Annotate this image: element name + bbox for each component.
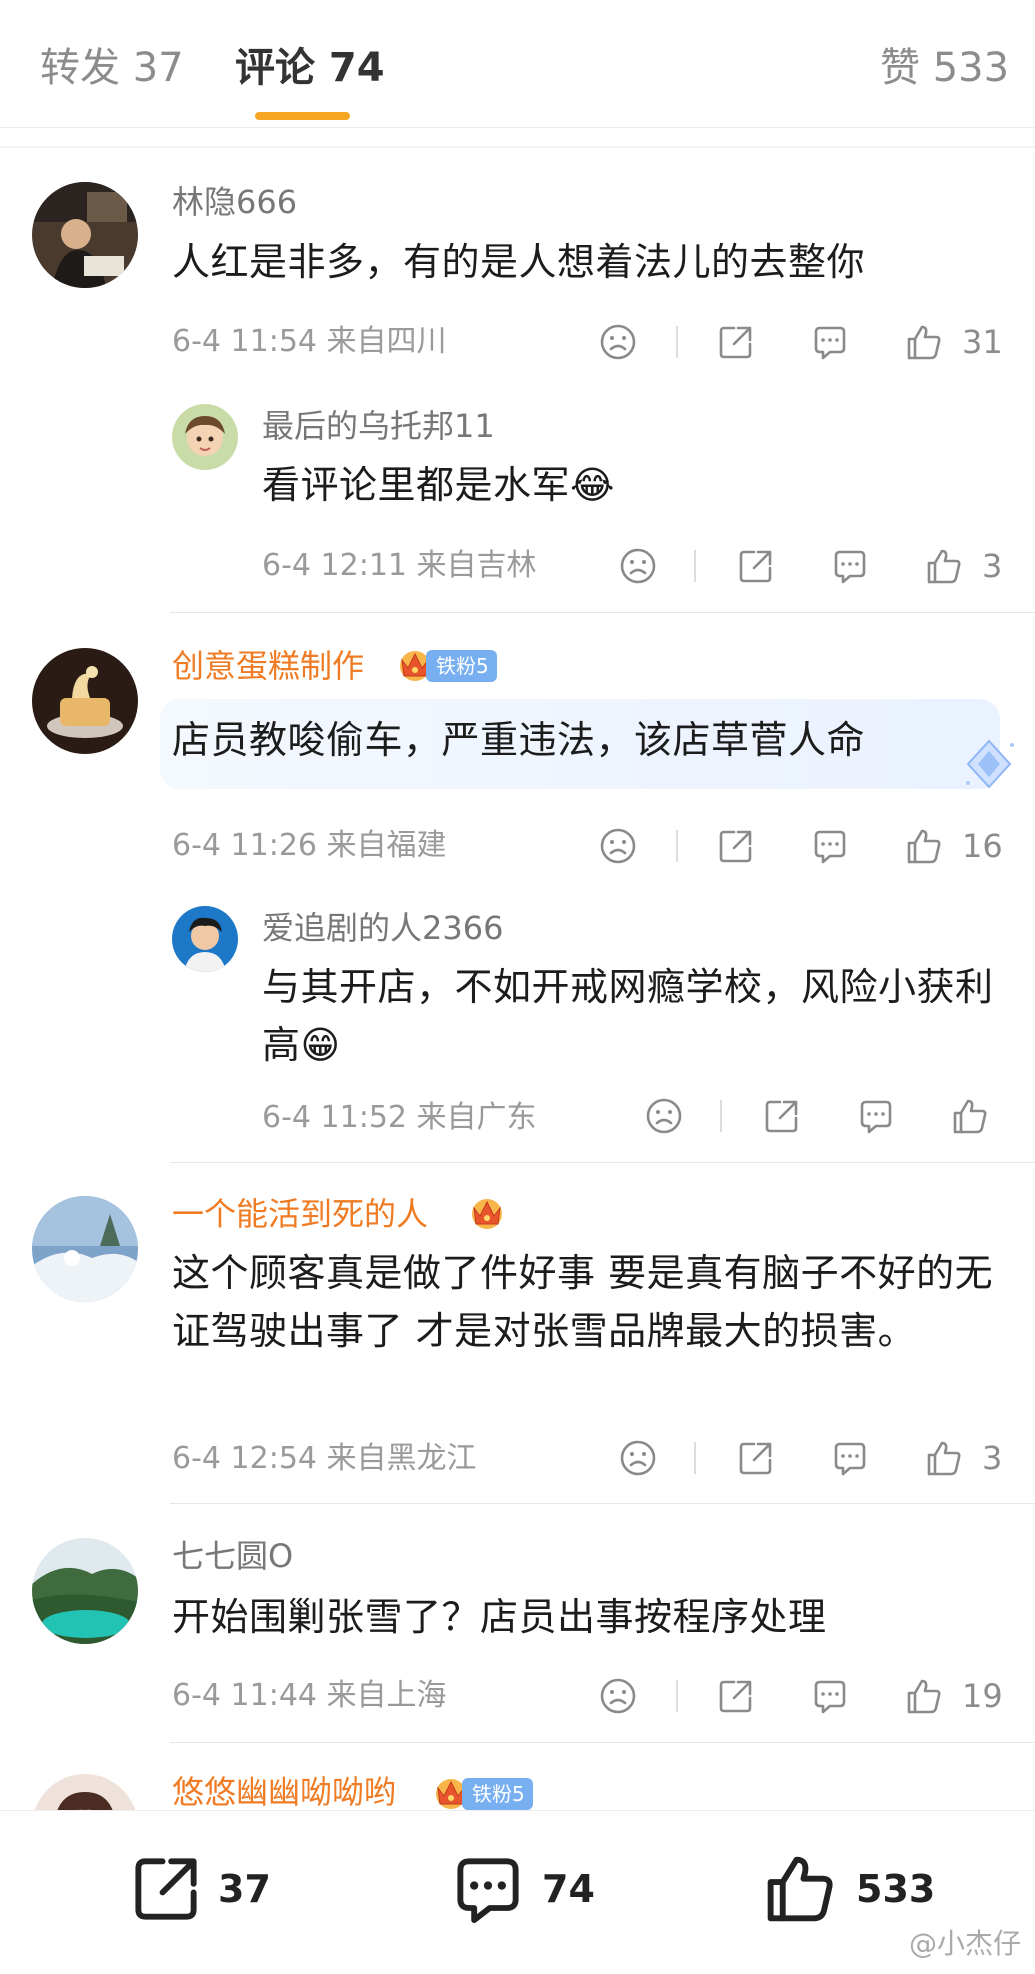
tab-comments[interactable]: 评论 74: [235, 42, 385, 94]
comment-username[interactable]: 悠悠幽幽呦呦哟: [172, 1772, 396, 1812]
comment-time-location: 6-4 11:26 来自福建: [172, 828, 447, 863]
comment-actions: 3: [616, 1436, 1006, 1480]
dislike-icon[interactable]: [596, 1674, 640, 1718]
fan-badge: 铁粉5: [462, 1778, 533, 1810]
reply-icon[interactable]: [808, 320, 852, 364]
dislike-icon[interactable]: [642, 1094, 686, 1138]
action-separator: [676, 830, 678, 862]
comment-divider: [170, 1162, 1035, 1163]
reply-username[interactable]: 最后的乌托邦11: [262, 406, 495, 446]
comment-actions: 31: [596, 320, 1006, 364]
reply-text: 看评论里都是水军😂: [262, 463, 615, 507]
watermark: @小杰仔: [908, 1927, 1021, 1960]
avatar[interactable]: [172, 906, 238, 972]
like-count: 31: [962, 323, 1003, 361]
comment-count: 74: [542, 1867, 595, 1911]
tab-likes[interactable]: 赞 533: [880, 42, 1009, 94]
comment-actions: 19: [596, 1674, 1006, 1718]
reply-icon[interactable]: [854, 1094, 898, 1138]
share-icon[interactable]: [734, 544, 778, 588]
repost-button[interactable]: 37: [128, 1851, 288, 1931]
comment-divider: [170, 1742, 1035, 1743]
reply-icon[interactable]: [808, 1674, 852, 1718]
avatar[interactable]: [32, 182, 138, 288]
action-separator: [676, 1680, 678, 1712]
reply-username[interactable]: 爱追剧的人2366: [262, 908, 503, 948]
action-separator: [694, 550, 696, 582]
reply-icon[interactable]: [828, 1436, 872, 1480]
like-icon[interactable]: [922, 1436, 966, 1480]
fan-badge: 铁粉5: [426, 650, 497, 682]
comment-time-location: 6-4 11:54 来自四川: [172, 324, 447, 359]
share-icon[interactable]: [714, 1674, 758, 1718]
comment-divider: [170, 1503, 1035, 1504]
comment-username[interactable]: 林隐666: [172, 182, 297, 222]
comment-text: 这个顾客真是做了件好事 要是真有脑子不好的无证驾驶出事了 才是对张雪品牌最大的损…: [172, 1251, 994, 1353]
like-icon: [762, 1851, 838, 1927]
bottom-action-bar: 37 74 533: [0, 1810, 1035, 1974]
like-count: 533: [856, 1867, 936, 1911]
comment-text: 店员教唆偷车，严重违法，该店草菅人命: [172, 718, 866, 762]
reply-actions: 3: [616, 544, 1006, 588]
share-icon[interactable]: [714, 824, 758, 868]
comment-username[interactable]: 七七圆O: [172, 1536, 293, 1576]
reply-time-location: 6-4 12:11 来自吉林: [262, 548, 537, 583]
comment-text: 开始围剿张雪了？店员出事按程序处理: [172, 1595, 827, 1639]
dislike-icon[interactable]: [596, 824, 640, 868]
comment-actions: 16: [596, 824, 1006, 868]
repost-count: 37: [218, 1867, 271, 1911]
avatar[interactable]: [32, 648, 138, 754]
comment-button[interactable]: 74: [450, 1851, 610, 1931]
reply-icon[interactable]: [828, 544, 872, 588]
share-icon[interactable]: [760, 1094, 804, 1138]
avatar[interactable]: [172, 404, 238, 470]
vip-crown-icon: [468, 1196, 506, 1230]
dislike-icon[interactable]: [616, 544, 660, 588]
comment-icon: [450, 1851, 526, 1927]
like-icon[interactable]: [902, 1674, 946, 1718]
section-divider: [0, 146, 1035, 148]
tab-repost[interactable]: 转发 37: [40, 42, 184, 94]
like-button[interactable]: 533: [762, 1851, 962, 1931]
share-icon[interactable]: [714, 320, 758, 364]
dislike-icon[interactable]: [616, 1436, 660, 1480]
reply-text: 与其开店，不如开戒网瘾学校，风险小获利高😁: [262, 965, 994, 1067]
comment-username[interactable]: 创意蛋糕制作: [172, 646, 364, 686]
like-icon[interactable]: [922, 544, 966, 588]
reply-icon[interactable]: [808, 824, 852, 868]
like-icon[interactable]: [902, 320, 946, 364]
comment-divider: [170, 612, 1035, 613]
share-icon[interactable]: [734, 1436, 778, 1480]
diamond-icon: [960, 735, 1018, 793]
like-count: 19: [962, 1677, 1003, 1715]
share-icon: [128, 1851, 204, 1927]
comment-time-location: 6-4 11:44 来自上海: [172, 1678, 447, 1713]
like-count: 3: [982, 547, 1003, 585]
reply-actions: [642, 1094, 1012, 1138]
action-separator: [694, 1442, 696, 1474]
like-icon[interactable]: [902, 824, 946, 868]
comment-time-location: 6-4 12:54 来自黑龙江: [172, 1441, 477, 1476]
avatar[interactable]: [32, 1538, 138, 1644]
like-icon[interactable]: [948, 1094, 992, 1138]
avatar[interactable]: [32, 1196, 138, 1302]
like-count: 3: [982, 1439, 1003, 1477]
reply-time-location: 6-4 11:52 来自广东: [262, 1100, 537, 1135]
comment-text: 人红是非多，有的是人想着法儿的去整你: [172, 240, 866, 284]
action-separator: [676, 326, 678, 358]
dislike-icon[interactable]: [596, 320, 640, 364]
comment-username[interactable]: 一个能活到死的人: [172, 1194, 428, 1234]
action-separator: [720, 1100, 722, 1132]
tab-bar: 转发 37 评论 74 赞 533: [0, 0, 1035, 128]
like-count: 16: [962, 827, 1003, 865]
active-tab-indicator: [255, 112, 350, 120]
